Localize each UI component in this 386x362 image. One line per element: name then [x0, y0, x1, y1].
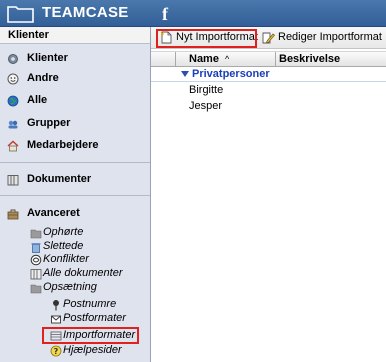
new-import-format-label: Nyt Importformat: [176, 31, 258, 43]
cell-name: Birgitte: [189, 84, 224, 96]
main-pane: Nyt Importformat Rediger Importformat Na…: [151, 27, 386, 362]
column-divider: [175, 52, 176, 67]
sidebar-item-andre[interactable]: Andre: [0, 71, 150, 87]
sidebar-item-dokumenter[interactable]: Dokumenter: [0, 172, 150, 188]
grid-header: Name ^ Beskrivelse: [151, 51, 386, 67]
sidebar: Klienter Klienter Andre Alle Grupper Med…: [0, 27, 151, 362]
sidebar-subitem-label: Postformater: [63, 312, 126, 324]
globe-icon: [7, 95, 19, 107]
edit-document-icon: [262, 32, 275, 44]
sidebar-item-label: Medarbejdere: [27, 139, 99, 151]
svg-text:?: ?: [54, 347, 59, 356]
sidebar-subitem-label: Alle dokumenter: [43, 267, 123, 279]
sidebar-item-klienter[interactable]: Klienter: [0, 51, 150, 67]
help-icon: ?: [50, 345, 62, 357]
group-row[interactable]: Privatpersoner: [151, 68, 386, 82]
sidebar-item-grupper[interactable]: Grupper: [0, 116, 150, 132]
conflict-icon: [30, 254, 42, 266]
column-header-name[interactable]: Name ^: [189, 53, 229, 65]
edit-import-format-label: Rediger Importformat: [278, 31, 382, 43]
documents-icon: [30, 269, 42, 280]
sidebar-item-label: Avanceret: [27, 207, 80, 219]
sidebar-subitem-label: Slettede: [43, 240, 84, 252]
sidebar-subitem-label: Postnumre: [63, 298, 117, 310]
sidebar-item-avanceret[interactable]: Avanceret: [0, 206, 150, 222]
new-document-icon: [160, 31, 172, 44]
sidebar-divider: [0, 195, 150, 196]
column-header-name-label: Name: [189, 53, 219, 65]
folder-icon: [30, 229, 42, 239]
top-banner: TEAMCASE f: [0, 0, 386, 27]
collapse-arrow-icon[interactable]: [181, 71, 189, 77]
cell-name: Jesper: [189, 100, 223, 112]
house-icon: [7, 140, 19, 152]
facebook-icon[interactable]: f: [162, 5, 168, 23]
sidebar-item-label: Dokumenter: [27, 173, 92, 185]
column-header-beskrivelse[interactable]: Beskrivelse: [279, 53, 340, 65]
sort-ascending-icon: ^: [225, 54, 230, 64]
sidebar-item-label: Klienter: [27, 52, 68, 64]
group-icon: [8, 120, 18, 129]
group-label: Privatpersoner: [192, 68, 270, 80]
gear-icon: [8, 54, 18, 64]
sidebar-subitem-label: Opsætning: [43, 281, 97, 293]
column-divider: [275, 52, 276, 67]
toolbox-icon: [7, 209, 19, 220]
table-row[interactable]: Birgitte: [151, 83, 386, 98]
folder-icon: [30, 284, 42, 294]
sidebar-subitem-label: Hjælpesider: [63, 344, 122, 356]
envelope-icon: [51, 315, 61, 324]
sidebar-item-alle[interactable]: Alle: [0, 93, 150, 109]
sidebar-subitem-label: Ophørte: [43, 226, 84, 238]
sidebar-item-medarbejdere[interactable]: Medarbejdere: [0, 138, 150, 154]
table-row[interactable]: Jesper: [151, 99, 386, 114]
sidebar-subitem-label: Konflikter: [43, 253, 89, 265]
binder-icon: [7, 175, 19, 186]
folder-logo-icon: [7, 6, 34, 23]
smiley-icon: [7, 73, 19, 85]
app-title: TEAMCASE: [42, 4, 129, 21]
trash-icon: [31, 243, 41, 253]
pin-icon: [53, 300, 59, 311]
sidebar-subitem-label: Importformater: [63, 329, 136, 341]
sidebar-item-label: Alle: [27, 94, 48, 106]
sidebar-item-label: Grupper: [27, 117, 71, 129]
toolbar: Nyt Importformat Rediger Importformat: [151, 27, 386, 49]
sidebar-item-label: Andre: [27, 72, 59, 84]
sidebar-divider: [0, 162, 150, 163]
sidebar-header: Klienter: [0, 27, 150, 44]
import-format-icon: [50, 331, 62, 341]
